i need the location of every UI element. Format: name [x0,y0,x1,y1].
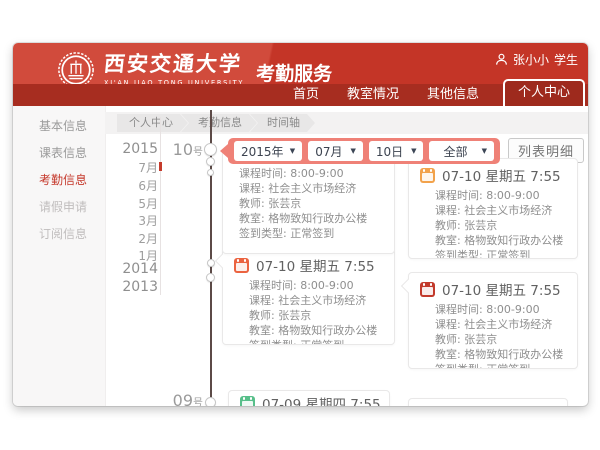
app-window: 西安交通大学 XI'AN JIAO TONG UNIVERSITY 考勤服务 张… [13,43,588,406]
attendance-card: 课程时间: 8:00-9:00 课程: 社会主义市场经济 教师: 张芸京 教室:… [222,150,395,254]
calendar-icon [420,282,435,297]
timeline-day-10: 10号 [158,140,203,159]
sidebar-item-attendance-info[interactable]: 考勤信息 [39,171,87,188]
sidebar-item-basic-info[interactable]: 基本信息 [39,117,87,134]
day-select[interactable]: 10日▼ [369,141,424,161]
card-field: 课程: 社会主义市场经济 [249,294,394,309]
sidebar-item-schedule-info[interactable]: 课表信息 [39,144,87,161]
card-field: 签到类型: 正常签到 [249,339,394,345]
sidebar-item-leave-request[interactable]: 请假申请 [39,198,87,215]
breadcrumb-attendance-info[interactable]: 考勤信息 [181,114,257,132]
nav-item-home[interactable]: 首页 [279,84,333,106]
university-name: 西安交通大学 XI'AN JIAO TONG UNIVERSITY [104,53,244,86]
year-select[interactable]: 2015年▼ [234,141,302,161]
card-field: 签到类型: 正常签到 [435,249,577,259]
card-field: 课程时间: 8:00-9:00 [239,167,394,182]
person-icon [495,53,508,66]
month-select[interactable]: 07月▼ [308,141,363,161]
timeline-nav-year-2015[interactable]: 2015 [108,141,158,157]
card-field: 教师: 张芸京 [435,333,577,348]
timeline-nav-year-2013[interactable]: 2013 [108,279,158,295]
timeline-node [205,397,216,406]
chevron-down-icon: ▼ [290,147,295,155]
timeline-node [206,157,215,166]
sidebar: 基本信息 课表信息 考勤信息 请假申请 订阅信息 [13,106,106,406]
card-date-title: 07-10 星期五 7:55 [442,279,561,299]
timeline-nav-month-2[interactable]: 2月 [108,230,158,247]
timeline-nav-month-7[interactable]: 7月 [108,159,158,176]
breadcrumb-personal-center[interactable]: 个人中心 [117,114,188,132]
card-field: 教师: 张芸京 [435,219,577,234]
card-field: 教室: 格物致知行政办公楼 [249,324,394,339]
user-role: 学生 [554,51,578,68]
timeline-node [204,143,217,156]
card-date-title: 07-10 星期五 7:55 [442,165,561,185]
active-month-tick [159,162,162,171]
card-date-title: 07-10 星期五 7:55 [256,255,375,275]
card-field: 签到类型: 正常签到 [239,227,394,242]
timeline-nav-month-3[interactable]: 3月 [108,212,158,229]
card-field: 签到类型: 正常签到 [435,363,577,369]
attendance-card [408,398,568,406]
card-date-title: 07-09 星期四 7:55 [262,393,381,406]
chevron-down-icon: ▼ [411,147,416,155]
card-field: 教室: 格物致知行政办公楼 [435,234,577,249]
card-field: 课程时间: 8:00-9:00 [435,189,577,204]
user-account[interactable]: 张小小 学生 [495,51,578,68]
calendar-icon [240,396,255,407]
card-field: 教室: 格物致知行政办公楼 [435,348,577,363]
nav-item-classrooms[interactable]: 教室情况 [333,84,413,106]
calendar-icon [234,258,249,273]
filter-bar-arrow [220,144,228,158]
user-name: 张小小 [513,51,549,68]
timeline-node [207,169,214,176]
category-select[interactable]: 全部▼ [429,141,494,161]
card-field: 课程时间: 8:00-9:00 [435,303,577,318]
nav-item-personal-center-active[interactable]: 个人中心 [503,79,585,106]
filter-bar: 2015年▼ 07月▼ 10日▼ 全部▼ [228,138,500,164]
attendance-card: 07-10 星期五 7:55 课程时间: 8:00-9:00 课程: 社会主义市… [222,248,395,345]
breadcrumb-timeline[interactable]: 时间轴 [250,114,315,132]
card-field: 课程: 社会主义市场经济 [435,318,577,333]
breadcrumb: 个人中心 考勤信息 时间轴 [105,112,588,134]
card-field: 教师: 张芸京 [239,197,394,212]
card-field: 课程: 社会主义市场经济 [239,182,394,197]
chevron-down-icon: ▼ [482,147,487,155]
sidebar-item-subscription-info[interactable]: 订阅信息 [39,225,87,242]
attendance-card: 07-10 星期五 7:55 课程时间: 8:00-9:00 课程: 社会主义市… [408,158,578,259]
main-nav: 首页 教室情况 其他信息 个人中心 [13,84,588,106]
card-field: 课程时间: 8:00-9:00 [249,279,394,294]
calendar-icon [420,168,435,183]
card-field: 课程: 社会主义市场经济 [435,204,577,219]
app-header: 西安交通大学 XI'AN JIAO TONG UNIVERSITY 考勤服务 张… [13,43,588,106]
university-name-zh: 西安交通大学 [103,53,245,75]
page-title: 考勤服务 [256,59,332,86]
chevron-down-icon: ▼ [350,147,355,155]
timeline-nav-month-6[interactable]: 6月 [108,177,158,194]
attendance-card: 07-09 星期四 7:55 [228,390,390,406]
timeline-node [206,273,215,282]
timeline-nav-year-2014[interactable]: 2014 [108,261,158,277]
card-field: 教师: 张芸京 [249,309,394,324]
card-field: 教室: 格物致知行政办公楼 [239,212,394,227]
nav-item-other-info[interactable]: 其他信息 [413,84,493,106]
timeline-nav-month-5[interactable]: 5月 [108,195,158,212]
attendance-card: 07-10 星期五 7:55 课程时间: 8:00-9:00 课程: 社会主义市… [408,272,578,369]
timeline-day-09: 09号 [158,391,203,406]
